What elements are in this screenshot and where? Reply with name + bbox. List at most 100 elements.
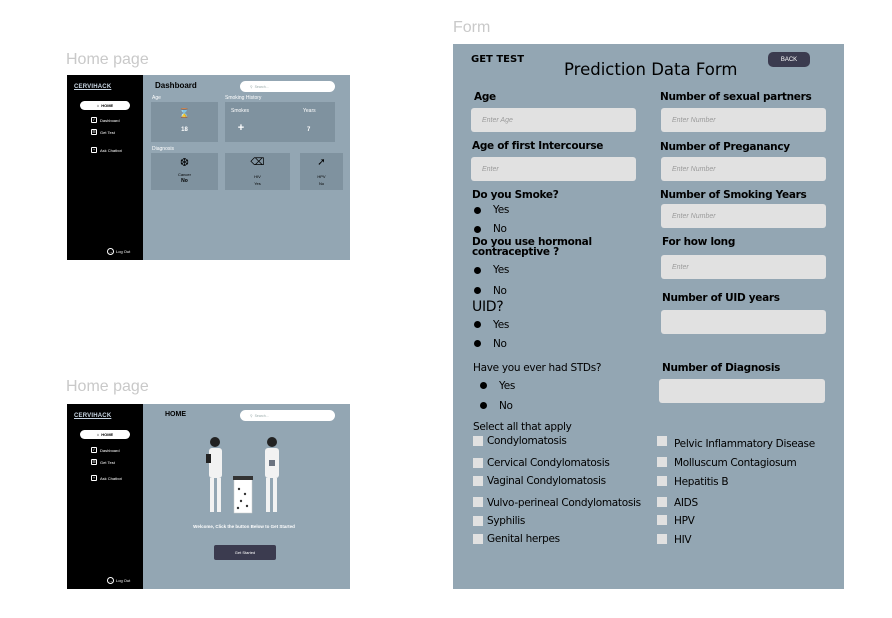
- std-question: Have you ever had STDs?: [473, 362, 602, 374]
- form-title: Prediction Data Form: [564, 60, 738, 79]
- hpv-card: ➚ HPV No: [300, 153, 343, 190]
- hormonal-question: Do you use hormonal contraceptive ?: [472, 237, 592, 258]
- smokes-plus-icon: +: [237, 122, 245, 134]
- uid-question: UID?: [472, 299, 504, 315]
- search-placeholder: Search...: [254, 84, 269, 89]
- pid-checkbox[interactable]: [657, 436, 667, 446]
- logout-icon: →: [107, 577, 114, 584]
- molluscum-checkbox[interactable]: [657, 457, 667, 467]
- pregnancy-input[interactable]: Enter Number: [661, 157, 826, 181]
- years-label: Years: [303, 108, 316, 114]
- molluscum-label: Molluscum Contagiosum: [674, 457, 797, 469]
- syphilis-checkbox[interactable]: [473, 516, 483, 526]
- logout-button[interactable]: → Log Out: [107, 248, 130, 255]
- age-label: Age: [474, 91, 496, 103]
- uid-yes-radio[interactable]: [474, 321, 481, 328]
- smoking-years-input[interactable]: Enter Number: [661, 204, 826, 228]
- hormonal-question-line-2: contraceptive ?: [472, 246, 559, 258]
- syphilis-label: Syphilis: [487, 515, 526, 527]
- get-started-button[interactable]: Get Started: [214, 545, 276, 560]
- bed-icon: ⌫: [250, 157, 265, 168]
- hiv-checkbox[interactable]: [657, 534, 667, 544]
- vaginal-condylomatosis-checkbox[interactable]: [473, 476, 483, 486]
- pid-label: Pelvic Inflammatory Disease: [674, 438, 815, 450]
- sidebar-item-dashboard[interactable]: ✓ Dashboard: [91, 117, 120, 123]
- search-input[interactable]: ⚲ Search...: [240, 81, 335, 92]
- first-intercourse-input[interactable]: Enter: [471, 157, 636, 181]
- search-input[interactable]: ⚲ Search...: [240, 410, 335, 421]
- dashboard-screen: CERVIHACK ⌂ HOME ✓ Dashboard ☰ Get Test …: [67, 75, 350, 260]
- uid-years-input[interactable]: [661, 310, 826, 334]
- hormonal-yes-radio[interactable]: [474, 267, 481, 274]
- hepatitis-b-checkbox[interactable]: [657, 476, 667, 486]
- syringe-icon: ➚: [317, 157, 326, 168]
- std-yes-radio[interactable]: [480, 382, 487, 389]
- uterus-icon: ❆: [179, 157, 190, 169]
- age-card: ⌛ 18: [151, 102, 218, 142]
- smoke-yes-radio[interactable]: [474, 207, 481, 214]
- hiv-card: ⌫ HIV Yes: [225, 153, 290, 190]
- sidebar: CERVIHACK ⌂ HOME ✓ Dashboard ☰ Get Test …: [67, 75, 143, 260]
- num-diagnosis-input[interactable]: [659, 379, 825, 403]
- aids-label: AIDS: [674, 497, 698, 509]
- hpv-checkbox[interactable]: [657, 515, 667, 525]
- chat-icon: +: [91, 147, 97, 153]
- form-label: Form: [453, 19, 491, 36]
- hepatitis-b-label: Hepatitis B: [674, 476, 729, 488]
- cancer-label: Cancer: [178, 172, 191, 177]
- clipboard-icon: ☰: [91, 459, 97, 465]
- genital-herpes-label: Genital herpes: [487, 533, 560, 545]
- vaginal-condylomatosis-label: Vaginal Condylomatosis: [487, 475, 606, 487]
- condylomatosis-checkbox[interactable]: [473, 436, 483, 446]
- clipboard-icon: ☰: [91, 129, 97, 135]
- uid-no-radio[interactable]: [474, 340, 481, 347]
- genital-herpes-checkbox[interactable]: [473, 534, 483, 544]
- sidebar-item-ask-chatbot[interactable]: + Ask Chatbot: [91, 147, 122, 153]
- std-no-radio[interactable]: [480, 402, 487, 409]
- vulvo-perineal-checkbox[interactable]: [473, 497, 483, 507]
- sidebar-item-get-test[interactable]: ☰ Get Test: [91, 129, 115, 135]
- age-input[interactable]: Enter Age: [471, 108, 636, 132]
- doctors-illustration: [206, 437, 279, 514]
- home-nav-button[interactable]: ⌂ HOME: [80, 430, 130, 439]
- back-button[interactable]: BACK: [768, 52, 810, 67]
- home-icon: ⌂: [96, 103, 100, 108]
- vulvo-perineal-label: Vulvo-perineal Condylomatosis: [487, 497, 641, 509]
- home-nav-button[interactable]: ⌂ HOME: [80, 101, 130, 110]
- logout-label: Log Out: [116, 249, 131, 254]
- hourglass-icon: ⌛: [178, 108, 191, 118]
- smoking-history-label: Smoking History: [225, 95, 262, 101]
- sidebar-item-label: Get Test: [100, 459, 115, 465]
- cancer-value: No: [181, 178, 188, 184]
- years-value: 7: [307, 127, 311, 133]
- cervical-condylomatosis-checkbox[interactable]: [473, 458, 483, 468]
- hiv-value: Yes: [254, 181, 261, 186]
- hiv-label: HIV: [254, 174, 261, 179]
- welcome-message: Welcome, Click the button Below to Get S…: [193, 524, 295, 529]
- hormonal-no-radio[interactable]: [474, 287, 481, 294]
- sidebar-item-label: Ask Chatbot: [100, 147, 122, 153]
- how-long-input[interactable]: Enter: [661, 255, 826, 279]
- age-label: Age: [152, 95, 161, 101]
- logout-button[interactable]: → Log Out: [107, 577, 130, 584]
- sidebar-item-ask-chatbot[interactable]: + Ask Chatbot: [91, 475, 122, 481]
- sidebar-item-label: Ask Chatbot: [100, 475, 122, 481]
- smoke-no-radio[interactable]: [474, 226, 481, 233]
- std-no-label: No: [499, 400, 513, 412]
- aids-checkbox[interactable]: [657, 497, 667, 507]
- checkbox-icon: ✓: [91, 447, 97, 453]
- home-page-label: Home page: [66, 51, 149, 68]
- hpv-label: HPV: [674, 515, 695, 527]
- sidebar-item-get-test[interactable]: ☰ Get Test: [91, 459, 115, 465]
- hpv-label: HPV: [317, 174, 326, 179]
- diagnosis-label: Diagnosis: [152, 146, 174, 152]
- smoke-question: Do you Smoke?: [472, 189, 559, 201]
- home-page-label-2: Home page: [66, 378, 149, 395]
- page-title: HOME: [165, 411, 186, 418]
- hiv-label: HIV: [674, 534, 692, 546]
- sidebar-item-dashboard[interactable]: ✓ Dashboard: [91, 447, 120, 453]
- condylomatosis-label: Condylomatosis: [487, 435, 567, 447]
- pregnancy-label: Number of Preganancy: [660, 141, 790, 153]
- partners-input[interactable]: Enter Number: [661, 108, 826, 132]
- uid-no-label: No: [493, 338, 507, 350]
